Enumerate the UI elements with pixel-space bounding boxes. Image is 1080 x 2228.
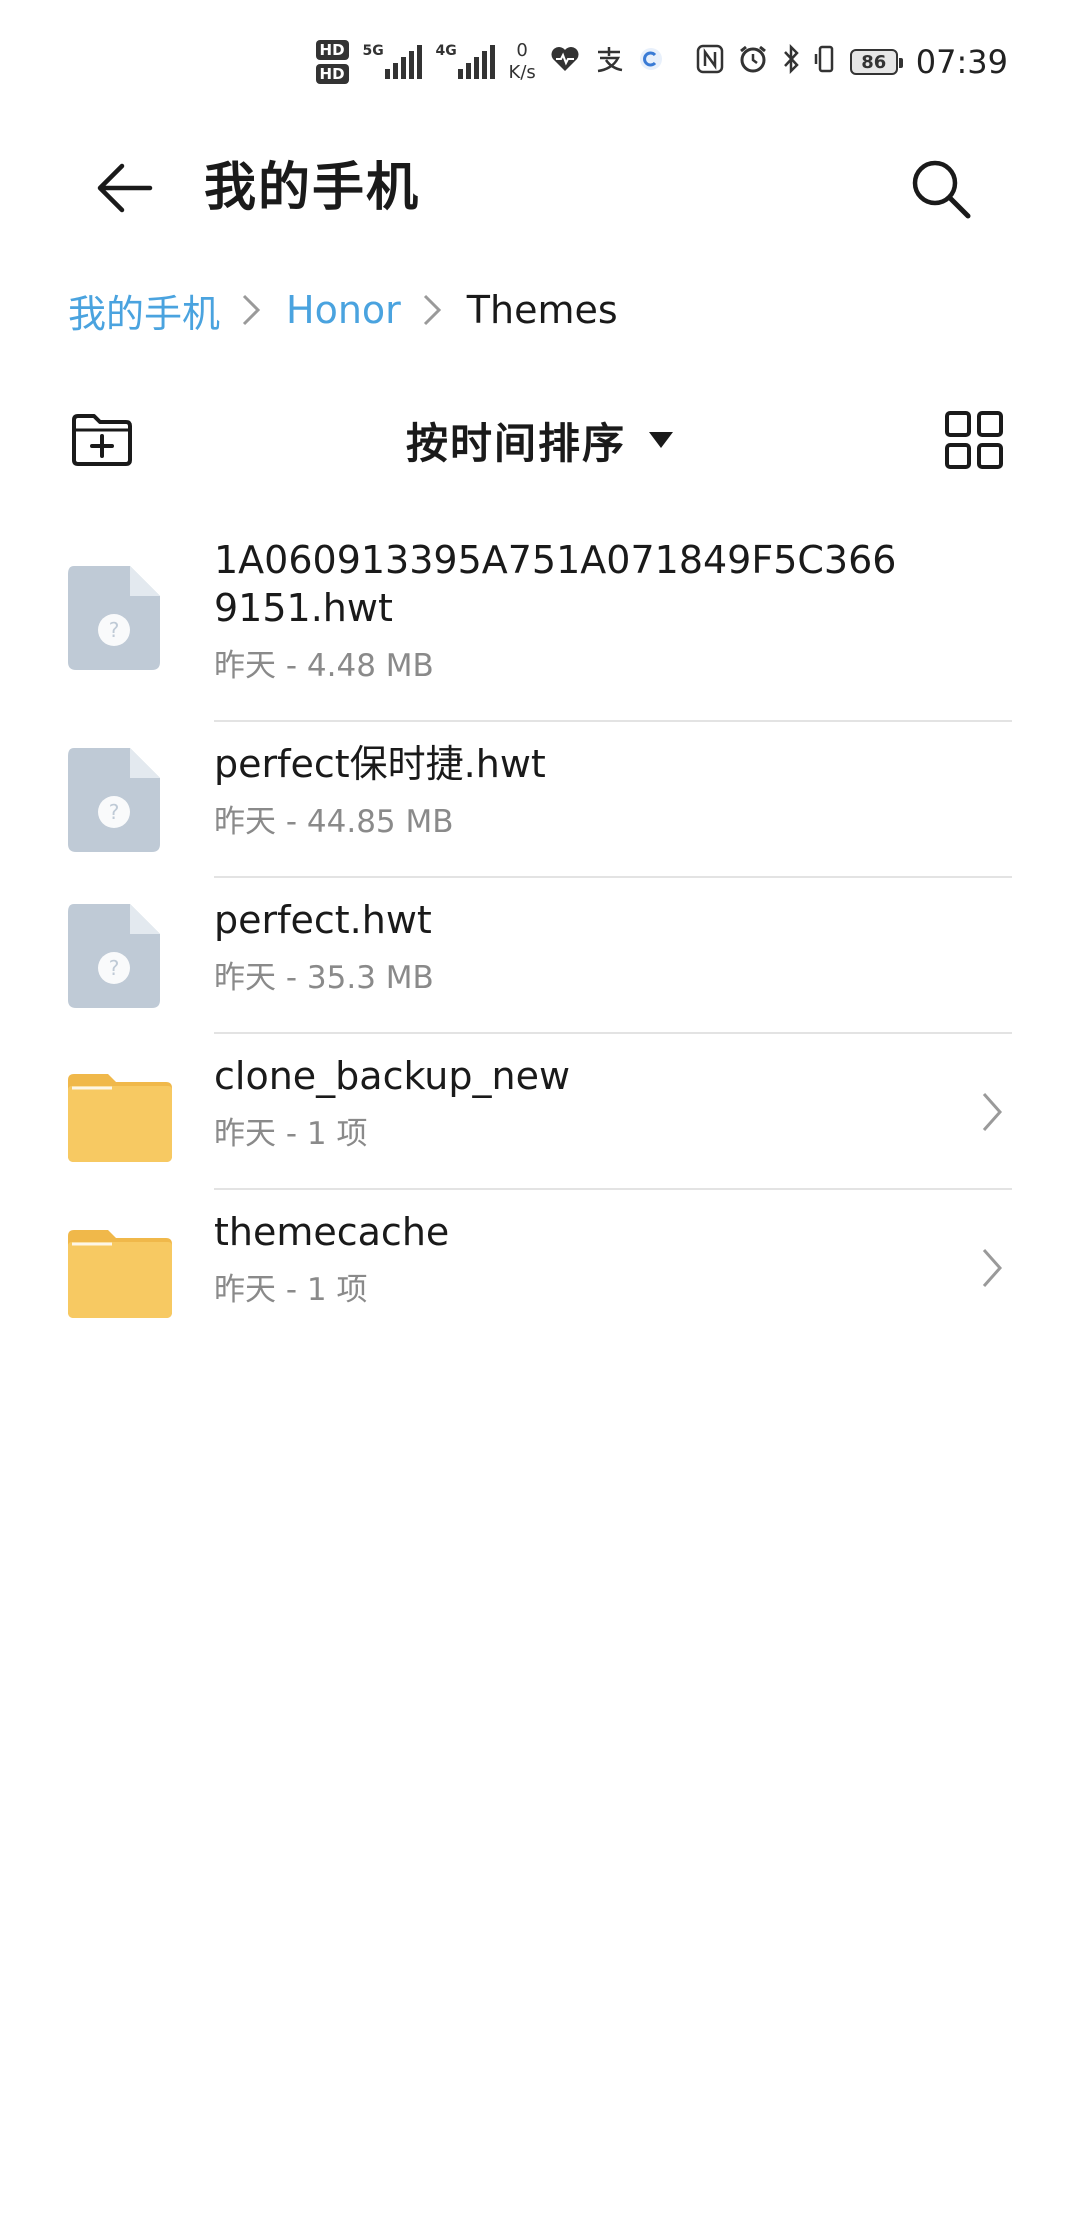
file-meta: 昨天 - 4.48 MB — [214, 648, 434, 684]
page-title: 我的手机 — [204, 158, 421, 218]
hd-indicator: HD HD — [315, 40, 349, 84]
net1-label: 5G — [362, 43, 384, 59]
grid-view-icon — [945, 411, 1003, 469]
network-speed: 0 K/s — [509, 40, 536, 84]
hd1-label: HD — [315, 40, 349, 60]
nfc-icon — [696, 44, 724, 80]
file-manager-screen: HD HD 5G 4G 0 K/s 86 07:39 我的手机 我的手机 Hon… — [0, 0, 1080, 2228]
breadcrumb-item-honor[interactable]: Honor — [286, 288, 401, 332]
list-item[interactable]: themecache 昨天 - 1 项 — [0, 1190, 1080, 1346]
alipay-icon — [594, 44, 624, 80]
file-name: themecache — [214, 1210, 450, 1254]
file-list: ? 1A060913395A751A071849F5C3669151.hwt 昨… — [0, 530, 1080, 1346]
svg-text:?: ? — [109, 956, 120, 980]
file-meta: 昨天 - 44.85 MB — [214, 804, 454, 840]
file-name: perfect保时捷.hwt — [214, 742, 546, 786]
battery-level: 86 — [861, 51, 887, 73]
grid-view-button[interactable] — [940, 406, 1008, 474]
sort-label: 按时间排序 — [406, 418, 627, 468]
file-name: clone_backup_new — [214, 1054, 571, 1098]
breadcrumb-item-themes: Themes — [466, 288, 618, 332]
alarm-icon — [738, 44, 768, 80]
back-button[interactable] — [84, 148, 164, 228]
list-item[interactable]: ? 1A060913395A751A071849F5C3669151.hwt 昨… — [0, 530, 1080, 722]
file-meta: 昨天 - 1 项 — [214, 1272, 368, 1308]
chevron-right-icon — [421, 292, 443, 328]
app-c-icon — [638, 46, 664, 78]
dropdown-triangle-icon — [649, 432, 674, 448]
speed-unit: K/s — [508, 62, 536, 83]
status-bar: HD HD 5G 4G 0 K/s 86 07:39 — [0, 0, 1080, 120]
signal-4g-icon: 4G — [435, 43, 495, 79]
chevron-right-icon — [972, 1082, 1012, 1142]
net2-label: 4G — [435, 43, 457, 59]
heart-health-icon — [550, 45, 580, 79]
battery-indicator: 86 — [849, 49, 903, 75]
bluetooth-icon — [782, 43, 800, 80]
speed-value: 0 — [516, 40, 528, 61]
list-item[interactable]: ? perfect.hwt 昨天 - 35.3 MB — [0, 878, 1080, 1034]
chevron-right-icon — [972, 1238, 1012, 1298]
clock: 07:39 — [915, 43, 1008, 81]
chevron-right-icon — [240, 292, 262, 328]
svg-text:?: ? — [109, 618, 120, 642]
folder-icon — [68, 1074, 172, 1166]
signal-5g-icon: 5G — [362, 43, 422, 79]
status-icons: HD HD 5G 4G 0 K/s 86 07:39 — [315, 30, 1008, 94]
sort-dropdown[interactable]: 按时间排序 — [406, 400, 674, 480]
new-folder-icon — [72, 414, 132, 466]
new-folder-button[interactable] — [68, 406, 136, 474]
list-item[interactable]: ? perfect保时捷.hwt 昨天 - 44.85 MB — [0, 722, 1080, 878]
file-name: 1A060913395A751A071849F5C3669151.hwt — [214, 538, 897, 630]
folder-icon — [68, 1230, 172, 1322]
list-item[interactable]: clone_backup_new 昨天 - 1 项 — [0, 1034, 1080, 1190]
vibrate-icon — [814, 44, 836, 80]
search-icon — [912, 160, 971, 219]
breadcrumb-item-my-phone[interactable]: 我的手机 — [68, 283, 220, 338]
unknown-file-icon: ? — [68, 904, 160, 1012]
svg-text:?: ? — [109, 800, 120, 824]
file-meta: 昨天 - 35.3 MB — [214, 960, 434, 996]
unknown-file-icon: ? — [68, 566, 160, 674]
arrow-left-icon — [97, 163, 153, 213]
unknown-file-icon: ? — [68, 748, 160, 856]
file-name: perfect.hwt — [214, 898, 432, 942]
hd2-label: HD — [315, 64, 349, 84]
breadcrumb: 我的手机 Honor Themes — [68, 275, 618, 345]
title-bar: 我的手机 — [0, 130, 1080, 250]
toolbar: 按时间排序 — [0, 400, 1080, 480]
file-meta: 昨天 - 1 项 — [214, 1116, 368, 1152]
search-button[interactable] — [900, 148, 980, 228]
